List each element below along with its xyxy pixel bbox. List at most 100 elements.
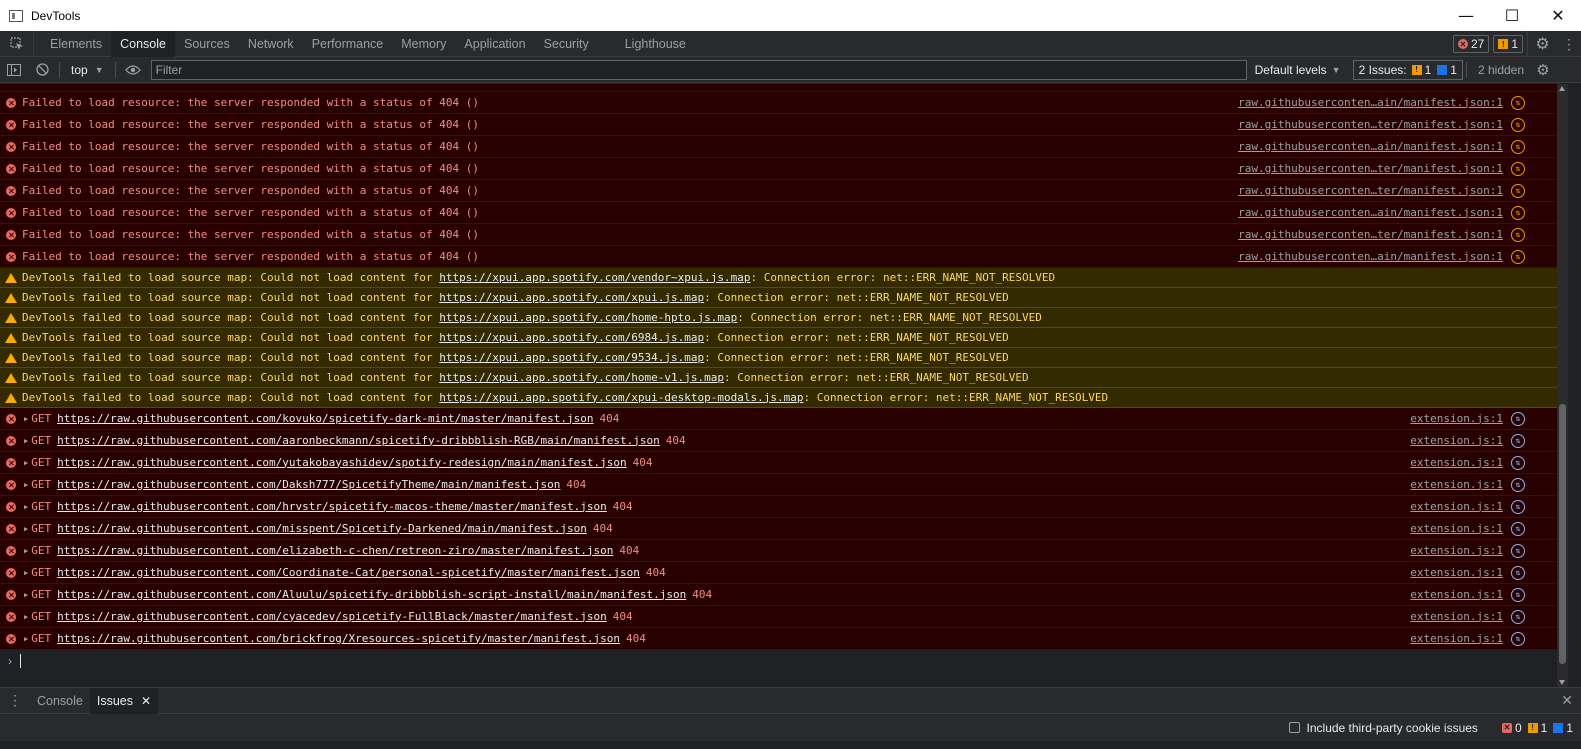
- tab-network[interactable]: Network: [239, 31, 303, 57]
- expand-triangle-icon[interactable]: ▶: [24, 544, 28, 558]
- tab-performance[interactable]: Performance: [303, 31, 393, 57]
- source-link[interactable]: raw.githubuserconten…ter/manifest.json:1: [1238, 184, 1503, 198]
- tab-application[interactable]: Application: [455, 31, 534, 57]
- scrollbar-thumb[interactable]: [1559, 404, 1566, 664]
- network-error-row[interactable]: ▶ GET https://raw.githubusercontent.com/Co…: [0, 562, 1557, 584]
- request-url-link[interactable]: https://raw.githubusercontent.com/brickf…: [57, 632, 620, 646]
- source-link[interactable]: extension.js:1: [1410, 478, 1503, 492]
- request-url-link[interactable]: https://raw.githubusercontent.com/Aluulu…: [57, 588, 686, 602]
- error-counter[interactable]: ✕ 27: [1452, 35, 1490, 53]
- tab-lighthouse[interactable]: Lighthouse: [616, 31, 695, 57]
- request-url-link[interactable]: https://raw.githubusercontent.com/cyaced…: [57, 610, 607, 624]
- scroll-down-arrow-icon[interactable]: [1559, 680, 1565, 685]
- source-link[interactable]: extension.js:1: [1410, 610, 1503, 624]
- expand-triangle-icon[interactable]: ▶: [24, 610, 28, 624]
- source-map-url-link[interactable]: https://xpui.app.spotify.com/9534.js.map: [439, 351, 704, 364]
- source-link[interactable]: raw.githubuserconten…ter/manifest.json:1: [1238, 118, 1503, 132]
- live-expression-eye-icon[interactable]: [119, 57, 147, 83]
- sidebar-toggle-icon[interactable]: [0, 57, 28, 83]
- source-link[interactable]: raw.githubuserconten…ain/manifest.json:1: [1238, 250, 1503, 264]
- source-map-url-link[interactable]: https://xpui.app.spotify.com/6984.js.map: [439, 331, 704, 344]
- source-map-url-link[interactable]: https://xpui.app.spotify.com/home-v1.js.…: [439, 371, 724, 384]
- tab-elements[interactable]: Elements: [41, 31, 111, 57]
- source-link[interactable]: extension.js:1: [1410, 456, 1503, 470]
- expand-triangle-icon[interactable]: ▶: [24, 588, 28, 602]
- expand-triangle-icon[interactable]: ▶: [24, 478, 28, 492]
- expand-triangle-icon[interactable]: ▶: [24, 434, 28, 448]
- network-request-icon[interactable]: ⇅: [1511, 95, 1525, 110]
- close-window-button[interactable]: ✕: [1535, 0, 1581, 31]
- network-error-row[interactable]: ▶ GET https://raw.githubusercontent.com/Al…: [0, 584, 1557, 606]
- source-link[interactable]: extension.js:1: [1410, 434, 1503, 448]
- settings-gear-icon[interactable]: ⚙: [1527, 31, 1557, 57]
- source-map-url-link[interactable]: https://xpui.app.spotify.com/vendor~xpui…: [439, 271, 750, 284]
- filter-input[interactable]: [150, 59, 1247, 80]
- network-error-row[interactable]: ▶ GET https://raw.githubusercontent.com/mi…: [0, 518, 1557, 540]
- network-request-icon[interactable]: ⇅: [1511, 227, 1525, 242]
- network-error-row[interactable]: ▶ GET https://raw.githubusercontent.com/Da…: [0, 474, 1557, 496]
- expand-triangle-icon[interactable]: ▶: [24, 566, 28, 580]
- source-link[interactable]: raw.githubuserconten…ain/manifest.json:1: [1238, 96, 1503, 110]
- source-link[interactable]: raw.githubuserconten…ter/manifest.json:1: [1238, 162, 1503, 176]
- network-request-icon[interactable]: ⇅: [1511, 205, 1525, 220]
- source-map-url-link[interactable]: https://xpui.app.spotify.com/home-hpto.j…: [439, 311, 737, 324]
- clear-console-icon[interactable]: [28, 57, 56, 83]
- drawer-tab-issues[interactable]: Issues ✕: [89, 687, 159, 714]
- request-url-link[interactable]: https://raw.githubusercontent.com/aaronb…: [57, 434, 660, 448]
- network-request-icon[interactable]: ⇅: [1511, 139, 1525, 154]
- network-request-icon[interactable]: ⇅: [1511, 183, 1525, 198]
- network-error-row[interactable]: ▶ GET https://raw.githubusercontent.com/yu…: [0, 452, 1557, 474]
- expand-triangle-icon[interactable]: ▶: [24, 632, 28, 646]
- issues-button[interactable]: 2 Issues: ! 1 1: [1352, 59, 1463, 80]
- request-url-link[interactable]: https://raw.githubusercontent.com/kovuko…: [57, 412, 593, 426]
- scrollbar[interactable]: [1557, 84, 1568, 687]
- source-link[interactable]: extension.js:1: [1410, 412, 1503, 426]
- inspect-element-icon[interactable]: [0, 30, 34, 57]
- source-link[interactable]: raw.githubuserconten…ter/manifest.json:1: [1238, 228, 1503, 242]
- network-request-icon[interactable]: ⇅: [1511, 477, 1525, 492]
- source-link[interactable]: extension.js:1: [1410, 632, 1503, 646]
- console-settings-gear-icon[interactable]: ⚙: [1532, 57, 1554, 83]
- tab-memory[interactable]: Memory: [392, 31, 455, 57]
- drawer-tab-console[interactable]: Console: [30, 688, 90, 714]
- source-link[interactable]: extension.js:1: [1410, 500, 1503, 514]
- request-url-link[interactable]: https://raw.githubusercontent.com/misspe…: [57, 522, 587, 536]
- tab-security[interactable]: Security: [535, 31, 598, 57]
- network-request-icon[interactable]: ⇅: [1511, 543, 1525, 558]
- network-request-icon[interactable]: ⇅: [1511, 521, 1525, 536]
- source-map-url-link[interactable]: https://xpui.app.spotify.com/xpui.js.map: [439, 291, 704, 304]
- source-link[interactable]: raw.githubuserconten…ain/manifest.json:1: [1238, 206, 1503, 220]
- network-request-icon[interactable]: ⇅: [1511, 565, 1525, 580]
- network-request-icon[interactable]: ⇅: [1511, 433, 1525, 448]
- log-levels-dropdown[interactable]: Default levels ▼: [1247, 57, 1349, 83]
- console-prompt[interactable]: ›: [0, 650, 1557, 672]
- source-link[interactable]: extension.js:1: [1410, 588, 1503, 602]
- maximize-button[interactable]: ☐: [1489, 0, 1535, 31]
- network-request-icon[interactable]: ⇅: [1511, 249, 1525, 264]
- close-drawer-icon[interactable]: ✕: [1561, 692, 1573, 709]
- source-link[interactable]: extension.js:1: [1410, 522, 1503, 536]
- include-third-party-checkbox[interactable]: [1288, 722, 1300, 733]
- network-error-row[interactable]: ▶ GET https://raw.githubusercontent.com/cy…: [0, 606, 1557, 628]
- close-tab-icon[interactable]: ✕: [141, 694, 151, 708]
- source-link[interactable]: extension.js:1: [1410, 566, 1503, 580]
- warning-counter[interactable]: ! 1: [1493, 35, 1523, 53]
- network-request-icon[interactable]: ⇅: [1511, 587, 1525, 602]
- tab-console[interactable]: Console: [111, 30, 175, 57]
- network-error-row[interactable]: ▶ GET https://raw.githubusercontent.com/el…: [0, 540, 1557, 562]
- network-request-icon[interactable]: ⇅: [1511, 411, 1525, 426]
- request-url-link[interactable]: https://raw.githubusercontent.com/yutako…: [57, 456, 627, 470]
- network-request-icon[interactable]: ⇅: [1511, 455, 1525, 470]
- source-map-url-link[interactable]: https://xpui.app.spotify.com/xpui-deskto…: [439, 391, 803, 404]
- more-options-icon[interactable]: ⋮: [1557, 31, 1581, 57]
- network-error-row[interactable]: ▶ GET https://raw.githubusercontent.com/aa…: [0, 430, 1557, 452]
- network-request-icon[interactable]: ⇅: [1511, 631, 1525, 646]
- tab-sources[interactable]: Sources: [175, 31, 239, 57]
- source-link[interactable]: raw.githubuserconten…ain/manifest.json:1: [1238, 140, 1503, 154]
- network-request-icon[interactable]: ⇅: [1511, 117, 1525, 132]
- network-request-icon[interactable]: ⇅: [1511, 499, 1525, 514]
- drawer-menu-icon[interactable]: ⋮: [0, 688, 30, 714]
- expand-triangle-icon[interactable]: ▶: [24, 522, 28, 536]
- request-url-link[interactable]: https://raw.githubusercontent.com/elizab…: [57, 544, 613, 558]
- network-error-row[interactable]: ▶ GET https://raw.githubusercontent.com/ko…: [0, 408, 1557, 430]
